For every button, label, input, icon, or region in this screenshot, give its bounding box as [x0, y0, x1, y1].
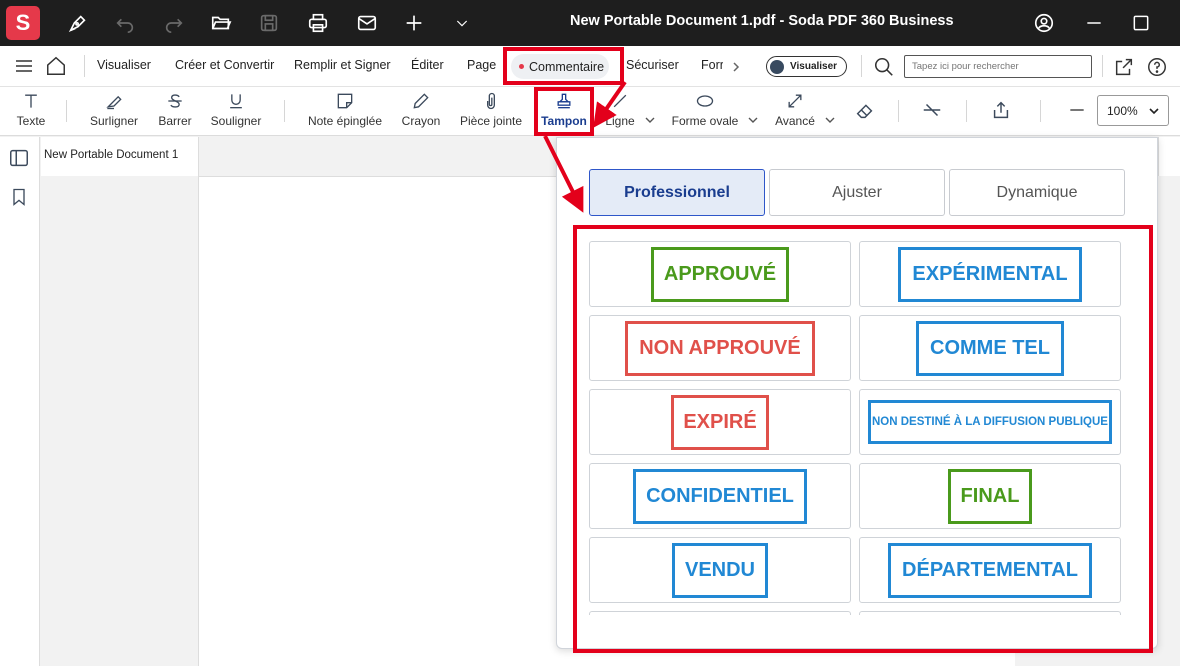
tool-forme-ovale[interactable]: Forme ovale — [670, 90, 740, 134]
tool-crayon[interactable]: Crayon — [399, 90, 443, 134]
compress-arrows-icon[interactable] — [920, 99, 944, 126]
line-icon — [610, 90, 630, 112]
menu-remplir-signer[interactable]: Remplir et Signer — [294, 58, 391, 72]
tool-surligner[interactable]: Surligner — [88, 90, 140, 134]
strikethrough-icon — [165, 90, 185, 112]
tab-dynamique[interactable]: Dynamique — [949, 169, 1125, 216]
ligne-chevron-down-icon[interactable] — [645, 116, 655, 126]
forme-chevron-down-icon[interactable] — [748, 116, 758, 126]
annotation-highlight-stamps — [573, 225, 1153, 653]
search-icon[interactable] — [873, 56, 895, 83]
toolbar-divider — [1040, 100, 1041, 122]
undo-icon[interactable] — [111, 9, 139, 37]
mail-icon[interactable] — [353, 9, 381, 37]
toggle-knob — [770, 59, 784, 74]
tool-barrer-label: Barrer — [158, 114, 192, 128]
eraser-icon[interactable] — [854, 99, 876, 126]
sticky-note-icon — [335, 90, 355, 112]
left-sidebar — [0, 137, 40, 666]
account-icon[interactable] — [1030, 9, 1058, 37]
tool-texte[interactable]: Texte — [15, 90, 47, 134]
tool-avance[interactable]: Avancé — [773, 90, 817, 134]
tool-note-label: Note épinglée — [307, 114, 383, 128]
tool-piece-label: Pièce jointe — [459, 114, 523, 128]
bookmark-icon[interactable] — [9, 186, 29, 213]
toolbar-divider — [966, 100, 967, 122]
tab-ajuster[interactable]: Ajuster — [769, 169, 945, 216]
maximize-icon[interactable] — [1127, 9, 1155, 37]
tool-note-epinglee[interactable]: Note épinglée — [306, 90, 384, 134]
document-tab-overflow — [1158, 137, 1180, 176]
tool-ligne-label: Ligne — [605, 114, 635, 128]
annotation-highlight-tampon — [534, 87, 594, 136]
menu-formulaires[interactable]: Forr — [701, 58, 723, 72]
tool-texte-label: Texte — [16, 114, 46, 128]
zoom-select[interactable]: 100% — [1097, 95, 1169, 126]
app-logo[interactable]: S — [6, 6, 40, 40]
export-upload-icon[interactable] — [990, 99, 1012, 126]
zoom-value: 100% — [1107, 103, 1138, 118]
zoom-out-icon[interactable] — [1067, 100, 1087, 125]
view-mode-toggle[interactable]: Visualiser — [766, 56, 847, 77]
oval-shape-icon — [694, 90, 716, 112]
toolbar-divider — [898, 100, 899, 122]
tool-barrer[interactable]: Barrer — [156, 90, 194, 134]
open-folder-icon[interactable] — [207, 9, 235, 37]
underline-icon — [226, 90, 246, 112]
chevron-right-icon[interactable] — [731, 60, 741, 78]
home-icon[interactable] — [45, 55, 67, 82]
menu-divider — [1102, 55, 1103, 77]
tool-souligner-label: Souligner — [210, 114, 262, 128]
minimize-icon[interactable] — [1080, 9, 1108, 37]
tool-avance-label: Avancé — [775, 114, 815, 128]
new-plus-icon[interactable] — [400, 9, 428, 37]
help-icon[interactable] — [1146, 56, 1168, 83]
tool-ligne[interactable]: Ligne — [603, 90, 637, 134]
menu-creer-convertir[interactable]: Créer et Convertir — [175, 58, 274, 72]
tool-souligner[interactable]: Souligner — [209, 90, 263, 134]
paperclip-icon — [481, 90, 501, 112]
print-icon[interactable] — [304, 9, 332, 37]
chevron-down-icon[interactable] — [448, 9, 476, 37]
tool-surligner-label: Surligner — [89, 114, 139, 128]
menu-divider — [84, 55, 85, 77]
document-side-panel — [41, 176, 199, 666]
tab-professionnel[interactable]: Professionnel — [589, 169, 765, 216]
window-title: New Portable Document 1.pdf - Soda PDF 3… — [570, 13, 954, 29]
hamburger-menu-icon[interactable] — [14, 58, 34, 79]
save-icon[interactable] — [255, 9, 283, 37]
sign-pen-icon[interactable] — [64, 9, 92, 37]
menu-editer[interactable]: Éditer — [411, 58, 444, 72]
toolbar-divider — [284, 100, 285, 122]
title-bar: S New Portable Document 1.pdf - Soda PDF… — [0, 0, 1180, 46]
avance-chevron-down-icon[interactable] — [825, 116, 835, 126]
tool-crayon-label: Crayon — [401, 114, 441, 128]
tool-piece-jointe[interactable]: Pièce jointe — [459, 90, 523, 134]
pencil-icon — [411, 90, 431, 112]
menu-divider — [861, 55, 862, 77]
menu-securiser[interactable]: Sécuriser — [626, 58, 679, 72]
view-toggle-label: Visualiser — [790, 61, 838, 72]
resize-arrows-icon — [785, 90, 805, 112]
text-tool-icon — [21, 90, 41, 112]
menu-page[interactable]: Page — [467, 58, 496, 72]
annotation-highlight-commentaire — [503, 47, 624, 85]
tool-forme-label: Forme ovale — [671, 114, 739, 128]
zoom-chevron-down-icon — [1148, 105, 1160, 119]
share-icon[interactable] — [1113, 56, 1135, 83]
panel-toggle-icon[interactable] — [8, 147, 30, 174]
search-input[interactable] — [904, 55, 1092, 78]
redo-icon[interactable] — [160, 9, 188, 37]
document-tab[interactable]: New Portable Document 1 — [41, 137, 199, 176]
toolbar-divider — [66, 100, 67, 122]
menu-visualiser[interactable]: Visualiser — [97, 58, 151, 72]
highlighter-icon — [104, 90, 124, 112]
